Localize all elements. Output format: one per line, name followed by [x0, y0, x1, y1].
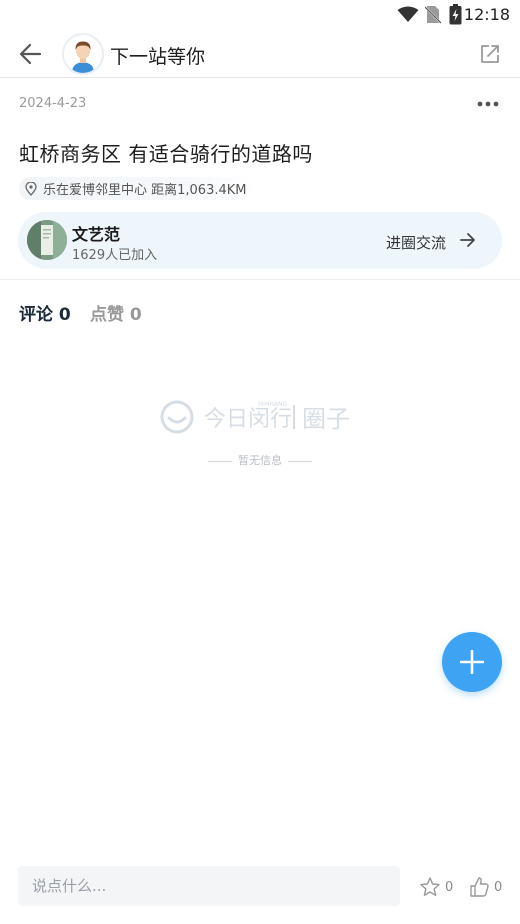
favorite-count: 0: [445, 879, 454, 895]
header: 下一站等你: [0, 30, 520, 78]
circle-member-count: 1629人已加入: [72, 248, 158, 263]
section-divider: [0, 279, 520, 280]
tab-likes[interactable]: 点赞 0: [90, 300, 142, 325]
location-pin-icon: [25, 181, 37, 196]
logo-section-text: 圈子: [302, 405, 350, 433]
share-button[interactable]: [478, 42, 502, 66]
arrow-right-icon[interactable]: [458, 230, 478, 250]
user-avatar-icon: [64, 35, 102, 73]
status-bar: 12:18: [0, 0, 520, 30]
status-time: 12:18: [463, 5, 510, 24]
circle-cover-image: [27, 220, 67, 260]
thumbs-up-icon: [470, 877, 489, 897]
empty-state-message: 暂无信息: [0, 452, 520, 468]
logo-brand-sub: MINHANG: [258, 401, 288, 408]
empty-message-text: 暂无信息: [238, 454, 282, 467]
share-icon: [481, 45, 499, 63]
like-button[interactable]: 0: [468, 875, 502, 899]
post-date: 2024-4-23: [19, 96, 87, 111]
like-count: 0: [494, 879, 503, 895]
avatar[interactable]: [62, 33, 104, 75]
empty-state-logo: 今日闵行 MINHANG 圈子: [160, 400, 350, 434]
plus-icon: [460, 650, 484, 674]
more-options-button[interactable]: [476, 96, 500, 112]
empty-line-left: [208, 460, 232, 462]
comment-input[interactable]: [18, 866, 400, 906]
enter-circle-label[interactable]: 进圈交流: [386, 232, 446, 253]
no-sim-icon: [425, 6, 441, 24]
star-icon: [420, 877, 440, 896]
page-title: 下一站等你: [110, 46, 206, 68]
add-post-button[interactable]: [442, 632, 502, 692]
back-button[interactable]: [14, 38, 48, 70]
wifi-icon: [397, 6, 419, 22]
logo-brand-text: 今日闵行: [204, 407, 292, 432]
circle-thumbnail: [27, 220, 67, 260]
location-text: 乐在爱博邻里中心 距离1,063.4KM: [43, 183, 247, 198]
empty-line-right: [288, 460, 312, 462]
location-tag[interactable]: 乐在爱博邻里中心 距离1,063.4KM: [19, 177, 257, 200]
back-arrow-icon: [19, 43, 42, 65]
battery-icon: [449, 4, 462, 25]
tab-comments[interactable]: 评论 0: [19, 300, 71, 325]
favorite-button[interactable]: 0: [419, 875, 453, 899]
circle-card[interactable]: 文艺范 1629人已加入 进圈交流: [18, 212, 502, 269]
circle-name: 文艺范: [72, 225, 121, 244]
post-title: 虹桥商务区 有适合骑行的道路吗: [19, 142, 313, 166]
more-dots-icon: [477, 101, 499, 107]
